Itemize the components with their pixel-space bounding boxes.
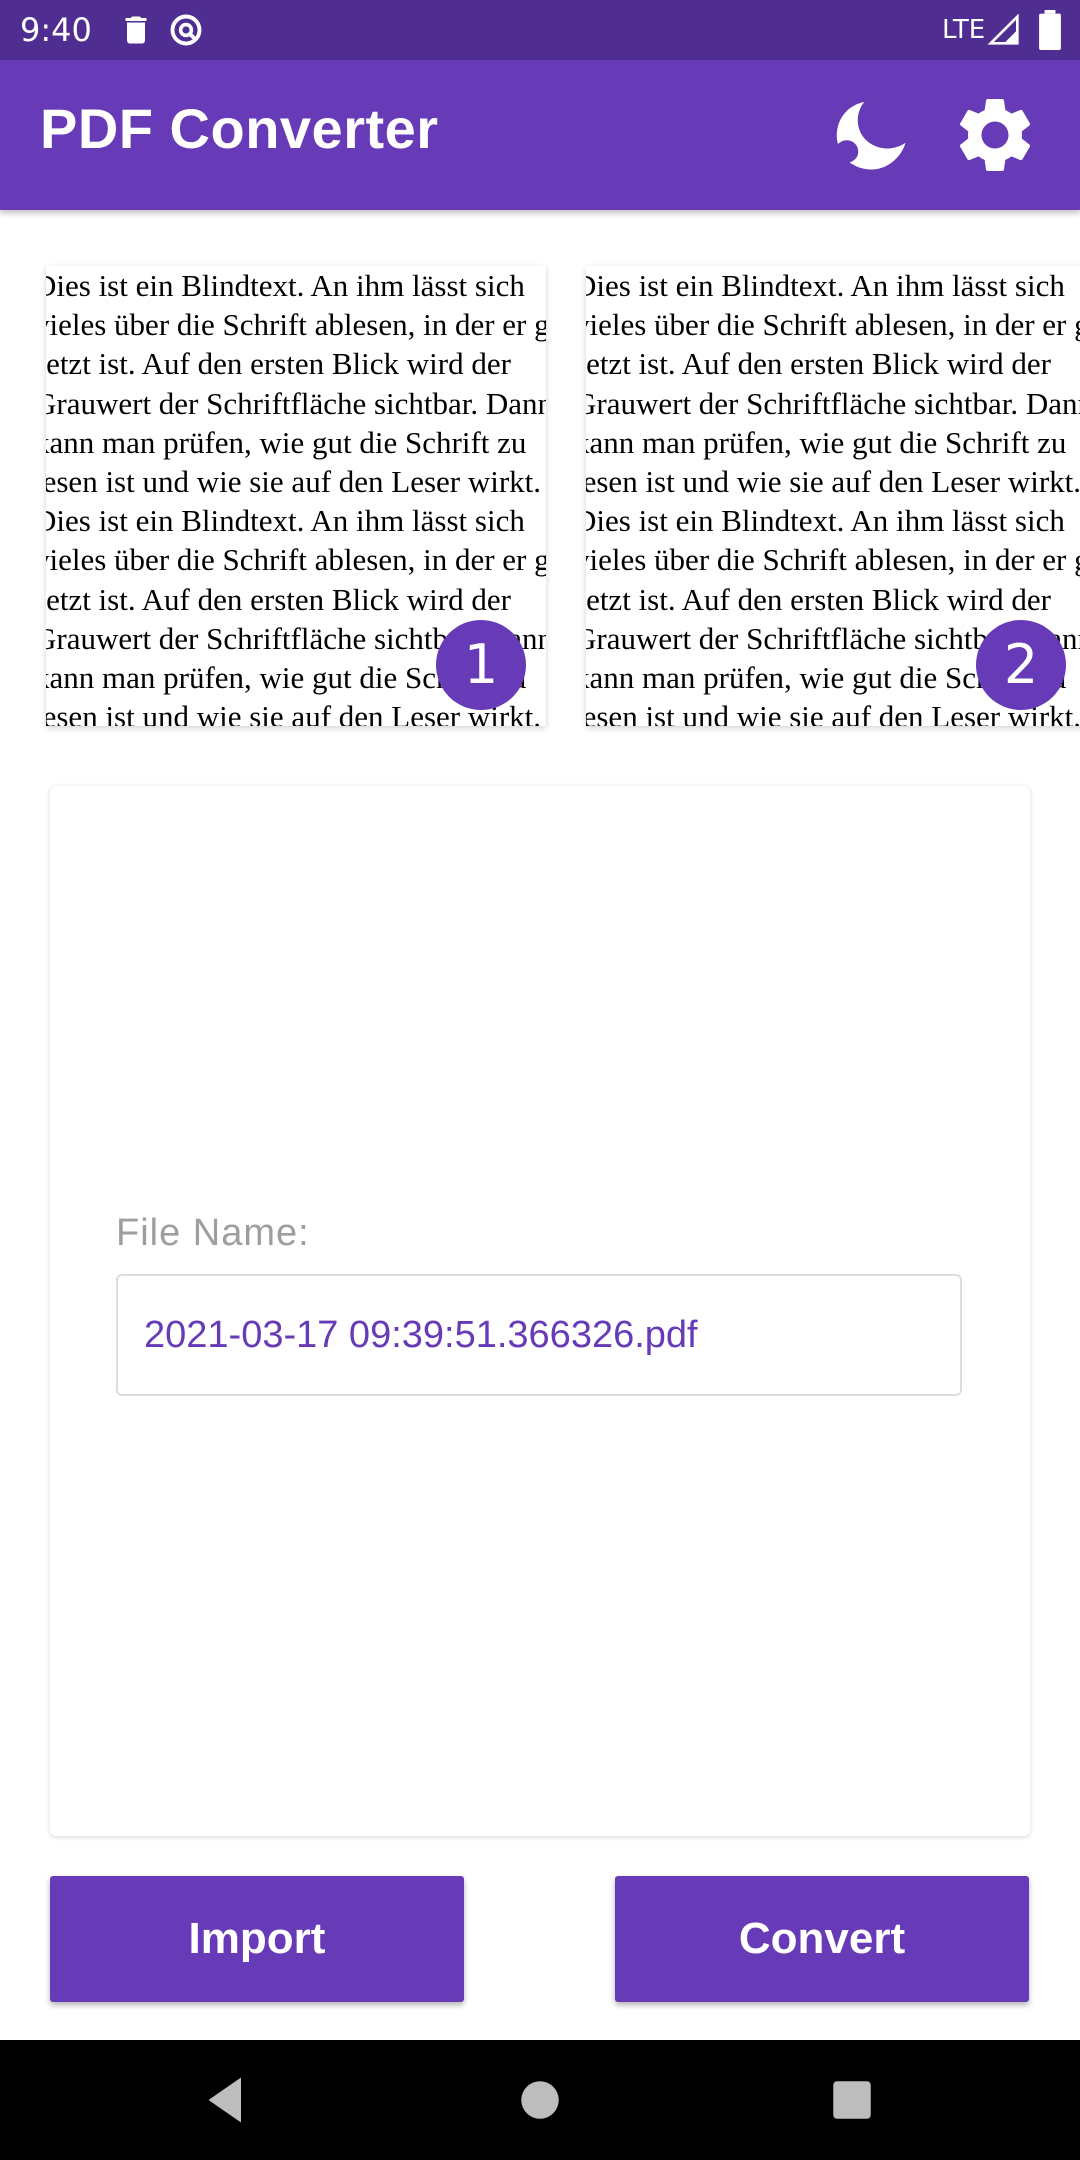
text-line: lesen ist und wie sie auf den Leser wirk… — [586, 463, 1080, 499]
file-name-card: File Name: — [50, 786, 1030, 1836]
text-line: Dies ist ein Blindtext. An ihm lässt sic… — [46, 503, 525, 539]
text-line: Dies ist ein Blindtext. An ihm lässt sic… — [586, 268, 1065, 303]
text-line: setzt ist. Auf den ersten Blick wird der — [46, 346, 511, 382]
text-line: setzt ist. Auf den ersten Blick wird der — [46, 581, 511, 617]
page-number-badge-2: 2 — [976, 620, 1066, 710]
network-type: LTE — [942, 15, 986, 45]
text-line: Grauwert der Schriftfläche sichtbar. Dan… — [586, 385, 1080, 421]
text-line: vieles über die Schrift ablesen, in der … — [586, 542, 1080, 578]
settings-icon[interactable] — [950, 90, 1040, 180]
text-line: kann man prüfen, wie gut die Schrift zu — [46, 424, 527, 460]
battery-icon — [1039, 10, 1061, 50]
import-button[interactable]: Import — [50, 1876, 464, 2002]
home-icon[interactable] — [510, 2070, 570, 2130]
trash-icon — [125, 16, 147, 44]
signal-icon — [987, 14, 1019, 45]
text-line: vieles über die Schrift ablesen, in der … — [46, 542, 546, 578]
file-name-input[interactable] — [116, 1274, 962, 1396]
app-title: PDF Converter — [40, 97, 439, 160]
status-time: 9:40 — [20, 11, 92, 49]
page-thumbnails: Dies ist ein Blindtext. An ihm lässt sic… — [0, 210, 1080, 750]
text-line: Dies ist ein Blindtext. An ihm lässt sic… — [586, 503, 1065, 539]
file-name-label: File Name: — [116, 1212, 310, 1254]
text-line: lesen ist und wie sie auf den Leser wirk… — [46, 463, 542, 499]
text-line: kann man prüfen, wie gut die Schrift zu — [586, 424, 1067, 460]
page-number-badge-1: 1 — [436, 620, 526, 710]
text-line: setzt ist. Auf den ersten Blick wird der — [586, 346, 1051, 382]
text-line: Grauwert der Schriftfläche sichtbar. Dan… — [46, 385, 546, 421]
convert-button[interactable]: Convert — [615, 1876, 1029, 2002]
text-line: setzt ist. Auf den ersten Blick wird der — [586, 581, 1051, 617]
text-line: vieles über die Schrift ablesen, in der … — [586, 307, 1080, 343]
night-mode-icon[interactable] — [826, 90, 916, 180]
status-bar: 9:40 LTE — [0, 0, 1080, 60]
recents-icon[interactable] — [822, 2070, 882, 2130]
app-bar: PDF Converter — [0, 60, 1080, 210]
back-icon[interactable] — [196, 2070, 256, 2130]
text-line: Dies ist ein Blindtext. An ihm lässt sic… — [46, 268, 525, 303]
no-sim-circle-icon — [170, 14, 202, 46]
text-line: vieles über die Schrift ablesen, in der … — [46, 307, 546, 343]
navigation-bar — [0, 2040, 1080, 2160]
